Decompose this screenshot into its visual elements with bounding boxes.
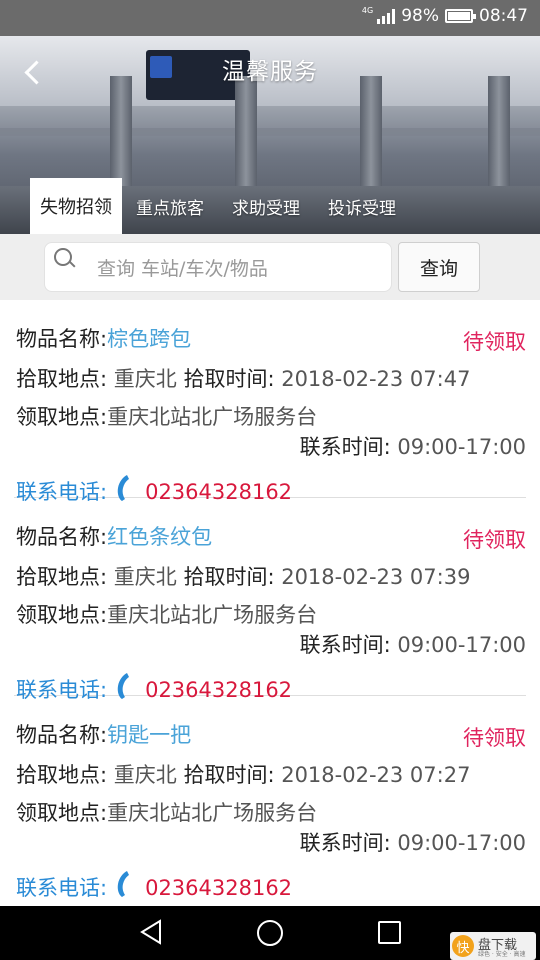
battery-percent: 98% xyxy=(401,6,439,26)
lost-items-list: 物品名称:棕色跨包 待领取 拾取地点: 重庆北 拾取时间: 2018-02-23… xyxy=(0,300,540,906)
clock: 08:47 xyxy=(479,6,528,26)
pickup-time: 2018-02-23 07:39 xyxy=(281,565,471,589)
claim-place: 重庆北站北广场服务台 xyxy=(107,603,318,627)
pickup-place-label: 拾取地点: xyxy=(16,565,114,589)
list-item[interactable]: 物品名称:红色条纹包 待领取 拾取地点: 重庆北 拾取时间: 2018-02-2… xyxy=(14,498,526,702)
system-nav-bar: 快 盘下载 绿色 · 安全 · 高速 xyxy=(0,906,540,960)
list-item[interactable]: 物品名称:钥匙一把 待领取 拾取地点: 重庆北 拾取时间: 2018-02-23… xyxy=(14,696,526,900)
claim-place-label: 领取地点: xyxy=(16,603,108,627)
header: 温馨服务 失物招领 重点旅客 求助受理 投诉受理 xyxy=(0,36,540,234)
claim-place: 重庆北站北广场服务台 xyxy=(107,405,318,429)
status-badge: 待领取 xyxy=(463,528,526,552)
phone-icon[interactable] xyxy=(113,870,135,898)
pickup-time-label: 拾取时间: xyxy=(176,565,282,589)
contact-phone-label: 联系电话: xyxy=(16,876,108,900)
claim-place: 重庆北站北广场服务台 xyxy=(107,801,318,825)
search-icon xyxy=(54,248,74,268)
contact-time: 09:00-17:00 xyxy=(397,435,526,459)
item-name-label: 物品名称: xyxy=(16,525,108,549)
battery-icon xyxy=(445,9,476,23)
tab-complaints[interactable]: 投诉受理 xyxy=(314,178,410,234)
page-title: 温馨服务 xyxy=(222,59,318,85)
nav-home-icon[interactable] xyxy=(257,920,283,946)
pickup-place: 重庆北 xyxy=(113,367,177,391)
pickup-place: 重庆北 xyxy=(113,763,177,787)
contact-time-label: 联系时间: xyxy=(299,633,398,657)
watermark-logo: 快 盘下载 绿色 · 安全 · 高速 xyxy=(450,932,536,960)
item-name: 红色条纹包 xyxy=(107,525,213,549)
search-bar: 查询 车站/车次/物品 查询 xyxy=(0,234,540,300)
contact-time: 09:00-17:00 xyxy=(397,633,526,657)
tab-help-requests[interactable]: 求助受理 xyxy=(218,178,314,234)
status-badge: 待领取 xyxy=(463,330,526,354)
search-input[interactable]: 查询 车站/车次/物品 xyxy=(44,242,392,292)
contact-time: 09:00-17:00 xyxy=(397,831,526,855)
pickup-place-label: 拾取地点: xyxy=(16,367,114,391)
contact-phone-number[interactable]: 02364328162 xyxy=(145,876,292,900)
network-type: 4G xyxy=(361,5,374,15)
pickup-place: 重庆北 xyxy=(113,565,177,589)
claim-place-label: 领取地点: xyxy=(16,801,108,825)
watermark-subtext: 绿色 · 安全 · 高速 xyxy=(478,951,526,958)
contact-time-label: 联系时间: xyxy=(299,435,398,459)
contact-time-label: 联系时间: xyxy=(299,831,398,855)
status-badge: 待领取 xyxy=(463,726,526,750)
claim-place-label: 领取地点: xyxy=(16,405,108,429)
item-name: 钥匙一把 xyxy=(107,723,192,747)
watermark-logo-icon: 快 xyxy=(452,935,474,957)
search-button[interactable]: 查询 xyxy=(398,242,480,292)
pickup-time-label: 拾取时间: xyxy=(176,367,282,391)
pickup-place-label: 拾取地点: xyxy=(16,763,114,787)
tab-key-passengers[interactable]: 重点旅客 xyxy=(122,178,218,234)
item-name-label: 物品名称: xyxy=(16,327,108,351)
tab-bar: 失物招领 重点旅客 求助受理 投诉受理 xyxy=(30,178,410,234)
signal-icon xyxy=(377,8,396,24)
item-name: 棕色跨包 xyxy=(107,327,192,351)
item-name-label: 物品名称: xyxy=(16,723,108,747)
nav-recent-apps-icon[interactable] xyxy=(378,921,401,944)
status-bar: 4G 98% 08:47 xyxy=(0,0,540,36)
list-item[interactable]: 物品名称:棕色跨包 待领取 拾取地点: 重庆北 拾取时间: 2018-02-23… xyxy=(14,300,526,504)
tab-lost-and-found[interactable]: 失物招领 xyxy=(30,178,122,234)
pickup-time: 2018-02-23 07:47 xyxy=(281,367,471,391)
nav-back-icon[interactable] xyxy=(138,918,164,946)
pickup-time-label: 拾取时间: xyxy=(176,763,282,787)
pickup-time: 2018-02-23 07:27 xyxy=(281,763,471,787)
